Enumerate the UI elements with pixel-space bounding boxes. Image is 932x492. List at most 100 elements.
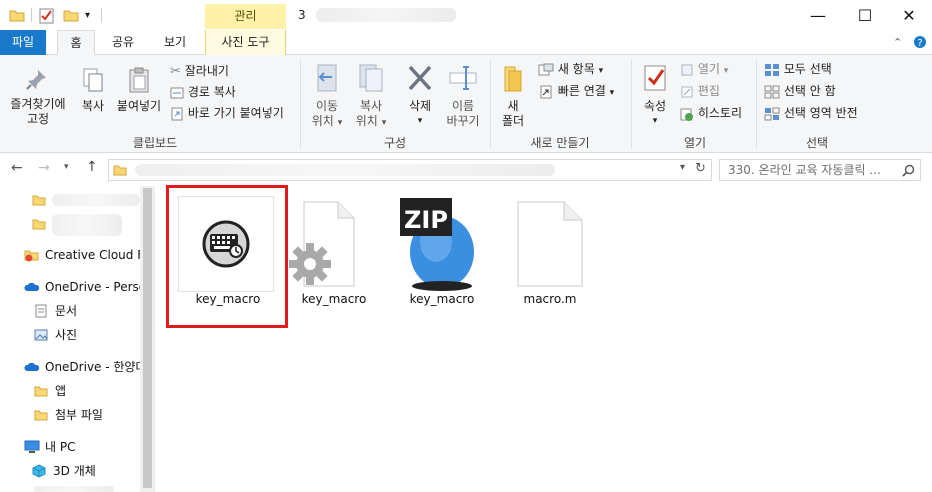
select-all-label: 모두 선택 [783,62,832,76]
history-icon [680,108,693,121]
easy-access-button[interactable]: 빠른 연결 ▾ [538,82,614,100]
select-none-icon [764,85,780,98]
nav-label: 첨부 파일 [55,408,103,422]
history-button[interactable]: 히스토리 [680,104,742,122]
copy-to-icon [359,64,383,92]
copy-button[interactable]: 복사 [74,67,112,114]
pin-label-line1: 즐겨찾기에 [10,97,66,111]
nav-label-blurred [52,194,140,206]
computer-icon [24,440,40,453]
file-item[interactable]: key_macro [284,198,384,313]
cut-button[interactable]: ✂ 잘라내기 [170,62,229,80]
rename-label-1: 이름 [451,99,475,113]
paste-shortcut-label: 바로 가기 붙여넣기 [187,106,284,120]
copy-icon [83,68,103,92]
new-folder-button[interactable]: 새 폴더 [496,63,530,129]
group-separator [631,59,632,149]
svg-text:ZIP: ZIP [404,206,448,234]
document-icon [35,304,47,318]
easy-access-label: 빠른 연결 [557,84,606,98]
pin-to-quick-access-button[interactable]: 즐겨찾기에 고정 [4,67,72,127]
rename-icon [449,66,477,90]
forward-arrow-icon[interactable]: → [38,160,50,176]
group-clipboard-label: 클립보드 [132,136,178,150]
nav-label: 사진 [55,328,78,342]
tab-share[interactable]: 공유 [104,30,142,55]
nav-label: 3D 개체 [53,464,96,478]
copy-to-button[interactable]: 복사 위치 ▾ [350,63,392,131]
selection-highlight-box [166,185,288,328]
move-to-icon [317,64,337,92]
pin-label-line2: 고정 [26,112,50,126]
close-button[interactable]: ✕ [886,0,932,30]
paste-shortcut-button[interactable]: 바로 가기 붙여넣기 [170,104,284,122]
group-new-label: 새로 만들기 [530,136,590,150]
new-folder-icon[interactable] [63,8,79,22]
address-bar[interactable]: ▾ ↻ [108,159,712,181]
customize-qa-icon[interactable]: ▾ [85,10,90,21]
properties-check-icon[interactable] [39,8,55,24]
maximize-button[interactable]: ☐ [842,0,888,30]
copy-to-label-1: 복사 [359,99,383,113]
tab-picture-tools[interactable]: 사진 도구 [205,30,286,55]
nav-label-blurred [52,214,122,236]
move-to-label-2: 위치 ▾ [311,114,343,128]
paste-label: 붙여넣기 [116,99,162,113]
file-name: key_macro [301,292,367,306]
tab-home[interactable]: 홈 [57,30,95,56]
creative-cloud-icon [24,250,39,262]
new-folder-label-1: 새 [507,99,519,113]
folder-icon [34,386,48,397]
up-arrow-icon[interactable]: ↑ [86,159,98,175]
tab-view[interactable]: 보기 [155,30,195,55]
pin-icon [26,70,46,90]
file-item[interactable]: ZIP key_macro [392,196,492,314]
recent-locations-icon[interactable]: ▾ [64,162,69,172]
move-to-button[interactable]: 이동 위치 ▾ [306,63,348,131]
folder-icon[interactable] [9,8,25,22]
properties-label: 속성 [643,99,667,113]
invert-selection-button[interactable]: 선택 영역 반전 [764,104,858,122]
help-icon[interactable]: ? [913,35,927,49]
edit-icon [681,86,693,97]
rename-button[interactable]: 이름 바꾸기 [442,63,484,129]
properties-button[interactable]: 속성 ▾ [636,63,674,129]
ribbon: 즐겨찾기에 고정 복사 붙여넣기 ✂ 잘라내기 경로 복사 바로 가기 붙여넣기… [0,55,932,153]
copy-path-label: 경로 복사 [187,85,236,99]
dropdown-arrow-icon: ▾ [337,118,343,128]
edit-button[interactable]: 편집 [680,82,720,100]
copy-label: 복사 [81,99,105,113]
select-all-button[interactable]: 모두 선택 [764,60,832,78]
nav-label: 문서 [55,304,78,318]
select-none-button[interactable]: 선택 안 함 [764,82,836,100]
address-dropdown-icon[interactable]: ▾ [680,162,685,173]
search-input[interactable]: 330. 온라인 교육 자동클릭 ... [719,159,921,181]
nav-scrollbar-thumb[interactable] [143,188,152,488]
dropdown-arrow-icon: ▾ [652,116,658,126]
paste-button[interactable]: 붙여넣기 [114,67,164,114]
new-item-icon [538,63,554,75]
context-tab-manage[interactable]: 관리 [205,4,286,29]
properties-check-icon [644,65,666,91]
search-placeholder: 330. 온라인 교육 자동클릭 ... [728,163,881,177]
folder-icon [113,165,127,176]
nav-label: Creative Cloud Fil [45,248,150,262]
copy-path-button[interactable]: 경로 복사 [170,83,236,101]
file-item[interactable]: macro.m [500,198,600,313]
minimize-button[interactable]: — [795,0,841,30]
new-item-button[interactable]: 새 항목 ▾ [538,60,603,78]
folder-icon [32,219,46,230]
back-arrow-icon[interactable]: ← [11,160,23,176]
open-button[interactable]: 열기 ▾ [680,60,728,78]
select-none-label: 선택 안 함 [783,84,836,98]
new-folder-icon [504,66,522,92]
group-select-label: 선택 [805,136,829,150]
refresh-icon[interactable]: ↻ [695,161,706,176]
tab-file[interactable]: 파일 [0,30,46,55]
delete-button[interactable]: 삭제 ▾ [400,63,440,129]
file-name: key_macro [409,292,475,306]
edit-label: 편집 [697,84,720,98]
collapse-ribbon-icon[interactable]: ⌃ [893,36,902,49]
copy-path-icon [170,87,184,98]
dropdown-arrow-icon: ▾ [723,66,729,76]
